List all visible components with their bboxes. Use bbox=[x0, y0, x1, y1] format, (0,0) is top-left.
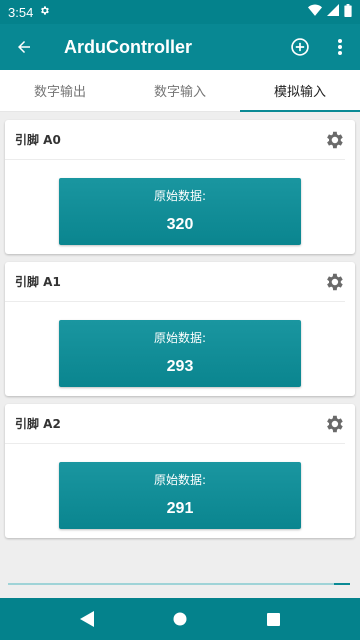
wifi-icon bbox=[308, 4, 322, 20]
raw-data-value: 320 bbox=[166, 216, 194, 233]
status-time: 3:54 bbox=[8, 4, 34, 20]
back-button[interactable] bbox=[0, 24, 48, 70]
raw-data-label: 原始数据: bbox=[153, 473, 207, 487]
gear-icon bbox=[327, 131, 343, 149]
back-arrow-icon bbox=[18, 41, 30, 53]
raw-data-display: 原始数据: 320 bbox=[59, 178, 301, 245]
pin-settings-button[interactable] bbox=[323, 271, 345, 293]
raw-data-display: 原始数据: 293 bbox=[59, 320, 301, 387]
signal-icon bbox=[327, 4, 339, 20]
raw-data-label: 原始数据: bbox=[153, 189, 207, 203]
pin-card-header: 引脚 A2 bbox=[5, 404, 345, 444]
app-title: ArduController bbox=[64, 36, 192, 57]
add-circle-icon bbox=[291, 38, 309, 56]
scroll-indicator bbox=[8, 583, 350, 585]
pin-card-header: 引脚 A1 bbox=[5, 262, 345, 302]
pin-card-a2: 引脚 A2 原始数据: 291 bbox=[5, 404, 355, 538]
pin-settings-button[interactable] bbox=[323, 413, 345, 435]
nav-back-icon bbox=[79, 611, 94, 627]
gear-icon bbox=[327, 415, 343, 433]
raw-data-value: 291 bbox=[166, 500, 194, 517]
pin-card-a1: 引脚 A1 原始数据: 293 bbox=[5, 262, 355, 396]
scroll-indicator-thumb bbox=[334, 583, 350, 585]
pin-label: 引脚 A2 bbox=[15, 417, 61, 431]
tab-digital-input[interactable]: 数字输入 bbox=[120, 70, 240, 111]
nav-back-button[interactable] bbox=[67, 599, 107, 639]
pin-card-header: 引脚 A0 bbox=[5, 120, 345, 160]
pin-label: 引脚 A0 bbox=[15, 133, 61, 147]
pin-list: 引脚 A0 原始数据: 320 引脚 A1 原始数据: 293 引脚 A2 原始… bbox=[0, 112, 360, 598]
pin-card-a0: 引脚 A0 原始数据: 320 bbox=[5, 120, 355, 254]
pin-label: 引脚 A1 bbox=[15, 275, 61, 289]
nav-home-button[interactable] bbox=[160, 599, 200, 639]
raw-data-value: 293 bbox=[166, 358, 194, 375]
nav-home-icon bbox=[173, 612, 187, 626]
tab-digital-output[interactable]: 数字输出 bbox=[0, 70, 120, 111]
raw-data-display: 原始数据: 291 bbox=[59, 462, 301, 529]
battery-icon bbox=[344, 3, 352, 21]
tab-bar: 数字输出 数字输入 模拟输入 bbox=[0, 70, 360, 112]
status-gear-icon bbox=[39, 5, 50, 19]
status-bar: 3:54 bbox=[0, 0, 360, 24]
tab-analog-input[interactable]: 模拟输入 bbox=[240, 70, 360, 112]
system-nav-bar bbox=[0, 598, 360, 640]
more-vert-icon bbox=[338, 39, 342, 55]
raw-data-label: 原始数据: bbox=[153, 331, 207, 345]
nav-recents-button[interactable] bbox=[253, 599, 293, 639]
nav-recents-icon bbox=[266, 612, 280, 626]
pin-settings-button[interactable] bbox=[323, 129, 345, 151]
gear-icon bbox=[327, 273, 343, 291]
add-button[interactable] bbox=[280, 24, 320, 70]
app-bar: ArduController bbox=[0, 24, 360, 70]
status-icons bbox=[308, 3, 352, 21]
more-options-button[interactable] bbox=[320, 24, 360, 70]
